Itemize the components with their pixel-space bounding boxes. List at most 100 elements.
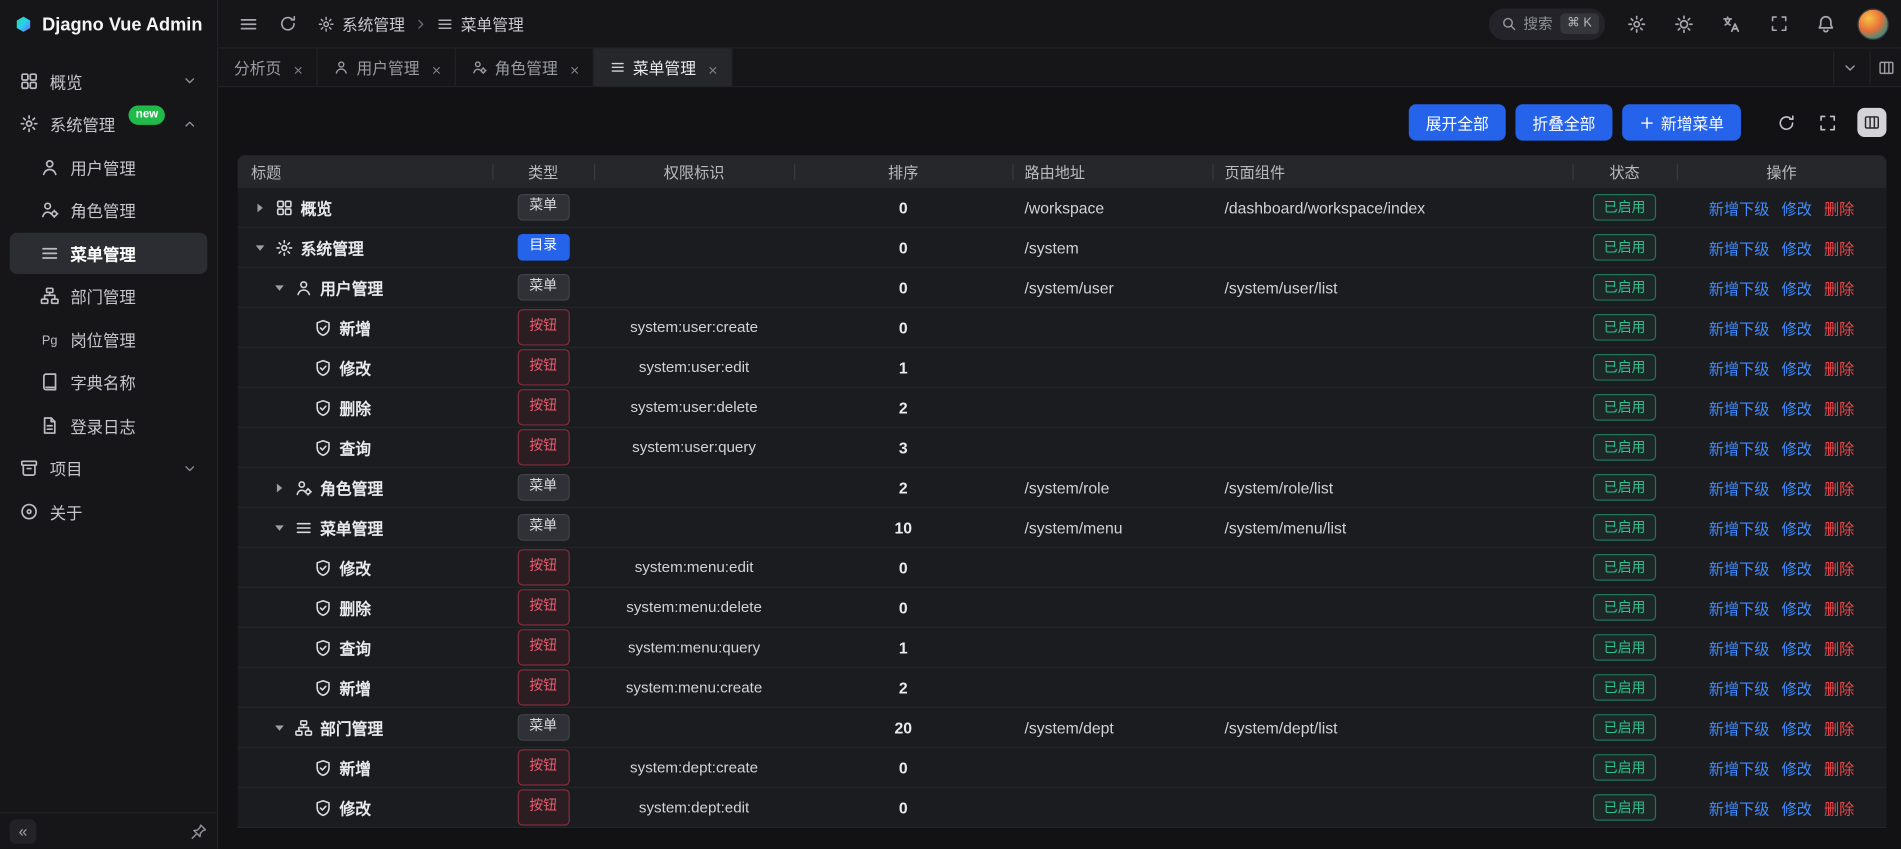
- add-menu-button[interactable]: 新增菜单: [1622, 104, 1741, 140]
- add-child-action[interactable]: 新增下级: [1709, 276, 1770, 299]
- sidebar-collapse-button[interactable]: «: [10, 819, 37, 843]
- sidebar-item-login-logs[interactable]: 登录日志: [10, 404, 208, 445]
- delete-action[interactable]: 删除: [1824, 796, 1854, 819]
- edit-action[interactable]: 修改: [1782, 196, 1812, 219]
- edit-action[interactable]: 修改: [1782, 756, 1812, 779]
- fullscreen-button[interactable]: [1763, 8, 1795, 40]
- sidebar-item-label: 角色管理: [70, 198, 135, 222]
- add-child-action[interactable]: 新增下级: [1709, 596, 1770, 619]
- edit-action[interactable]: 修改: [1782, 476, 1812, 499]
- add-child-action[interactable]: 新增下级: [1709, 396, 1770, 419]
- expand-all-button[interactable]: 展开全部: [1409, 104, 1506, 140]
- pin-icon[interactable]: [190, 823, 207, 840]
- add-child-action[interactable]: 新增下级: [1709, 636, 1770, 659]
- add-child-action[interactable]: 新增下级: [1709, 196, 1770, 219]
- delete-action[interactable]: 删除: [1824, 276, 1854, 299]
- add-child-action[interactable]: 新增下级: [1709, 316, 1770, 339]
- delete-action[interactable]: 删除: [1824, 396, 1854, 419]
- refresh-page-button[interactable]: [272, 8, 304, 40]
- breadcrumb-item-menu[interactable]: 菜单管理: [436, 12, 523, 35]
- notifications-button[interactable]: [1810, 8, 1842, 40]
- edit-action[interactable]: 修改: [1782, 356, 1812, 379]
- delete-action[interactable]: 删除: [1824, 476, 1854, 499]
- route-cell: /system/dept: [1012, 708, 1212, 747]
- sidebar-item-dictionary-name[interactable]: 字典名称: [10, 361, 208, 402]
- edit-action[interactable]: 修改: [1782, 516, 1812, 539]
- tab-layout-button[interactable]: [1869, 52, 1901, 84]
- edit-action[interactable]: 修改: [1782, 676, 1812, 699]
- caret-down-icon[interactable]: [252, 239, 268, 255]
- user-avatar[interactable]: [1857, 8, 1889, 40]
- theme-toggle-button[interactable]: [1668, 8, 1700, 40]
- language-button[interactable]: [1716, 8, 1748, 40]
- search-input[interactable]: 搜索 ⌘ K: [1488, 8, 1605, 40]
- edit-action[interactable]: 修改: [1782, 396, 1812, 419]
- add-child-action[interactable]: 新增下级: [1709, 236, 1770, 259]
- sidebar-item-overview[interactable]: 概览: [10, 60, 208, 101]
- add-child-action[interactable]: 新增下级: [1709, 516, 1770, 539]
- refresh-table-button[interactable]: [1770, 107, 1802, 139]
- delete-action[interactable]: 删除: [1824, 676, 1854, 699]
- delete-action[interactable]: 删除: [1824, 196, 1854, 219]
- close-icon[interactable]: [430, 61, 442, 73]
- add-child-action[interactable]: 新增下级: [1709, 716, 1770, 739]
- edit-action[interactable]: 修改: [1782, 596, 1812, 619]
- breadcrumb-item-system[interactable]: 系统管理: [318, 12, 405, 35]
- sidebar-item-user-management[interactable]: 用户管理: [10, 146, 208, 187]
- tab-analysis-page[interactable]: 分析页: [218, 48, 317, 86]
- add-child-action[interactable]: 新增下级: [1709, 756, 1770, 779]
- caret-down-icon[interactable]: [272, 720, 288, 736]
- add-child-action[interactable]: 新增下级: [1709, 676, 1770, 699]
- sidebar-item-post-management[interactable]: Pg岗位管理: [10, 318, 208, 359]
- app-logo[interactable]: Djagno Vue Admin: [0, 0, 217, 48]
- sidebar-toggle-button[interactable]: [233, 8, 265, 40]
- sidebar-item-project[interactable]: 项目: [10, 447, 208, 488]
- close-icon[interactable]: [707, 61, 719, 73]
- delete-action[interactable]: 删除: [1824, 316, 1854, 339]
- delete-action[interactable]: 删除: [1824, 516, 1854, 539]
- edit-action[interactable]: 修改: [1782, 636, 1812, 659]
- permission-cell: [594, 468, 794, 507]
- component-cell: [1212, 748, 1572, 787]
- caret-down-icon[interactable]: [272, 520, 288, 536]
- delete-action[interactable]: 删除: [1824, 596, 1854, 619]
- edit-action[interactable]: 修改: [1782, 436, 1812, 459]
- delete-action[interactable]: 删除: [1824, 556, 1854, 579]
- edit-action[interactable]: 修改: [1782, 796, 1812, 819]
- delete-action[interactable]: 删除: [1824, 716, 1854, 739]
- sidebar-item-role-management[interactable]: 角色管理: [10, 189, 208, 230]
- column-settings-button[interactable]: [1857, 108, 1886, 137]
- settings-button[interactable]: [1621, 8, 1653, 40]
- collapse-all-button[interactable]: 折叠全部: [1515, 104, 1612, 140]
- edit-action[interactable]: 修改: [1782, 716, 1812, 739]
- table-fullscreen-button[interactable]: [1811, 107, 1843, 139]
- edit-action[interactable]: 修改: [1782, 316, 1812, 339]
- add-child-action[interactable]: 新增下级: [1709, 476, 1770, 499]
- close-icon[interactable]: [569, 61, 581, 73]
- caret-right-icon[interactable]: [272, 479, 288, 495]
- delete-action[interactable]: 删除: [1824, 236, 1854, 259]
- delete-action[interactable]: 删除: [1824, 756, 1854, 779]
- caret-right-icon[interactable]: [252, 199, 268, 215]
- add-child-action[interactable]: 新增下级: [1709, 436, 1770, 459]
- permission-cell: [594, 708, 794, 747]
- delete-action[interactable]: 删除: [1824, 636, 1854, 659]
- delete-action[interactable]: 删除: [1824, 356, 1854, 379]
- close-icon[interactable]: [292, 61, 304, 73]
- edit-action[interactable]: 修改: [1782, 556, 1812, 579]
- add-child-action[interactable]: 新增下级: [1709, 556, 1770, 579]
- tab-role-management[interactable]: 角色管理: [456, 48, 594, 86]
- sidebar-item-system-management[interactable]: 系统管理new: [10, 103, 208, 144]
- edit-action[interactable]: 修改: [1782, 236, 1812, 259]
- sidebar-item-department-management[interactable]: 部门管理: [10, 275, 208, 316]
- tab-menu-management[interactable]: 菜单管理: [594, 48, 732, 86]
- caret-down-icon[interactable]: [272, 279, 288, 295]
- tab-list-dropdown-button[interactable]: [1833, 52, 1865, 84]
- edit-action[interactable]: 修改: [1782, 276, 1812, 299]
- add-child-action[interactable]: 新增下级: [1709, 796, 1770, 819]
- sidebar-item-menu-management[interactable]: 菜单管理: [10, 232, 208, 273]
- add-child-action[interactable]: 新增下级: [1709, 356, 1770, 379]
- delete-action[interactable]: 删除: [1824, 436, 1854, 459]
- tab-user-management[interactable]: 用户管理: [318, 48, 456, 86]
- sidebar-item-about[interactable]: 关于: [10, 490, 208, 531]
